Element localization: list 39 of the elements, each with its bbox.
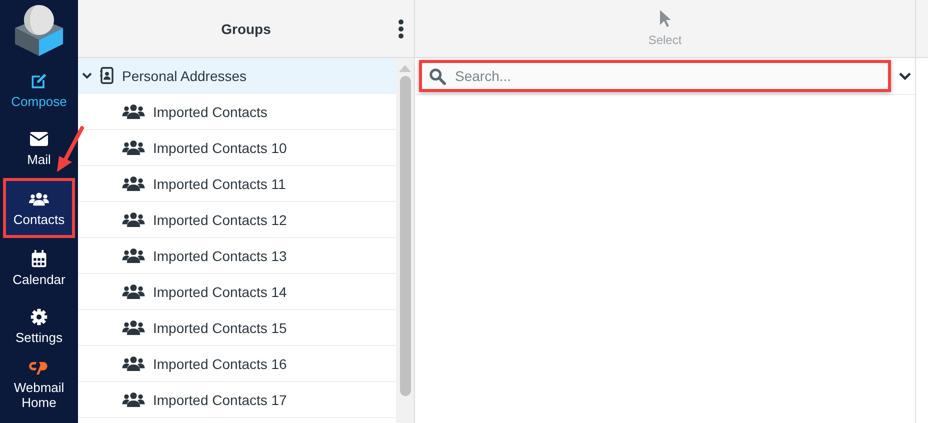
nav-item[interactable]: Contacts — [3, 178, 75, 238]
cursor-icon — [658, 9, 671, 27]
edit-icon — [29, 72, 49, 90]
chevron-down-icon[interactable] — [899, 72, 911, 80]
annotation-arrow — [54, 126, 86, 174]
group-item[interactable]: Imported Contacts 12 — [78, 202, 396, 238]
nav-item[interactable]: Calendar — [3, 240, 75, 296]
nav-item[interactable]: Settings — [3, 298, 75, 354]
search-field[interactable]: Search... — [419, 60, 891, 92]
people-icon — [122, 248, 145, 263]
people-icon — [122, 212, 145, 227]
group-item[interactable]: Imported Contacts 11 — [78, 166, 396, 202]
people-icon — [122, 176, 145, 191]
group-item[interactable]: Imported Contacts 16 — [78, 346, 396, 382]
addressbook-item[interactable]: Personal Addresses — [78, 58, 396, 94]
people-icon — [122, 356, 145, 371]
group-item[interactable]: Imported Contacts 10 — [78, 130, 396, 166]
group-item[interactable]: Imported Contacts 15 — [78, 310, 396, 346]
nav-item[interactable]: Compose — [3, 62, 75, 118]
nav-item[interactable]: Webmail Home — [3, 356, 75, 412]
calendar-icon — [29, 250, 49, 268]
mail-icon — [29, 130, 49, 148]
people-icon — [122, 104, 145, 119]
group-item[interactable]: Imported Contacts — [78, 94, 396, 130]
group-item[interactable]: Imported Contacts 14 — [78, 274, 396, 310]
people-icon — [122, 140, 145, 155]
panel-title: Groups — [221, 20, 271, 36]
address-book-icon — [100, 67, 114, 84]
chevron-icon[interactable] — [82, 72, 92, 80]
scrollbar[interactable] — [396, 58, 414, 423]
group-item[interactable]: Imported Contacts 17 — [78, 382, 396, 418]
more-options-icon[interactable] — [398, 19, 404, 39]
people-icon — [122, 284, 145, 299]
gear-icon — [29, 308, 49, 326]
people-icon — [122, 320, 145, 335]
people-icon — [122, 392, 145, 407]
search-icon — [429, 68, 446, 85]
group-item[interactable]: Imported Contacts 13 — [78, 238, 396, 274]
nav-item[interactable]: Mail — [3, 120, 75, 176]
